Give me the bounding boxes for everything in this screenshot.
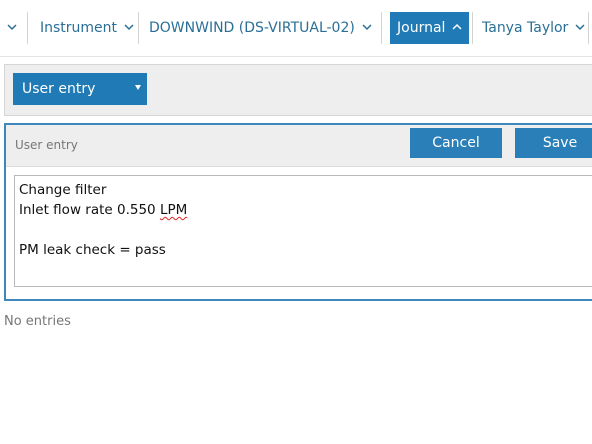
entry-type-bar: User entry <box>4 64 592 116</box>
nav-divider <box>588 12 589 44</box>
chevron-up-icon <box>452 22 462 32</box>
chevron-down-icon <box>7 22 17 32</box>
misspelled-word: LPM <box>159 202 188 218</box>
nav-item-label: Tanya Taylor <box>482 20 569 36</box>
nav-item-instrument[interactable]: Instrument <box>40 12 134 44</box>
nav-item-journal[interactable]: Journal <box>390 12 470 44</box>
caret-down-icon <box>135 85 141 90</box>
entry-panel-title: User entry <box>15 138 78 152</box>
chevron-down-icon <box>124 22 134 32</box>
save-button[interactable]: Save <box>515 128 592 158</box>
nav-item-label: DOWNWIND (DS-VIRTUAL-02) <box>149 20 355 36</box>
nav-divider <box>27 12 28 44</box>
entry-panel: User entry Cancel Save Change filter Inl… <box>4 123 592 301</box>
top-navigation: Instrument DOWNWIND (DS-VIRTUAL-02) Jour… <box>0 0 592 57</box>
nav-item-user[interactable]: Tanya Taylor <box>482 12 585 44</box>
entry-text-line: Change filter <box>19 182 107 198</box>
nav-item-site[interactable]: DOWNWIND (DS-VIRTUAL-02) <box>149 12 372 44</box>
cancel-button[interactable]: Cancel <box>410 128 502 158</box>
nav-item-truncated[interactable] <box>0 12 17 44</box>
entry-type-selected: User entry <box>22 81 96 97</box>
chevron-down-icon <box>362 22 372 32</box>
chevron-down-icon <box>575 22 585 32</box>
nav-divider <box>472 12 473 44</box>
entry-text-line <box>19 220 592 240</box>
nav-divider <box>381 12 382 44</box>
entry-text-segment: Inlet flow rate 0.550 <box>19 202 160 218</box>
entry-type-dropdown[interactable]: User entry <box>13 73 147 105</box>
nav-item-label: Journal <box>397 20 446 36</box>
entry-text-input[interactable]: Change filter Inlet flow rate 0.550 LPM … <box>14 175 592 287</box>
entry-panel-header: User entry Cancel Save <box>6 125 592 167</box>
entry-text-line: Inlet flow rate 0.550 LPM <box>19 200 592 220</box>
entry-text-line: PM leak check = pass <box>19 242 166 258</box>
nav-divider <box>138 12 139 44</box>
nav-item-label: Instrument <box>40 20 118 36</box>
empty-list-message: No entries <box>4 314 71 329</box>
